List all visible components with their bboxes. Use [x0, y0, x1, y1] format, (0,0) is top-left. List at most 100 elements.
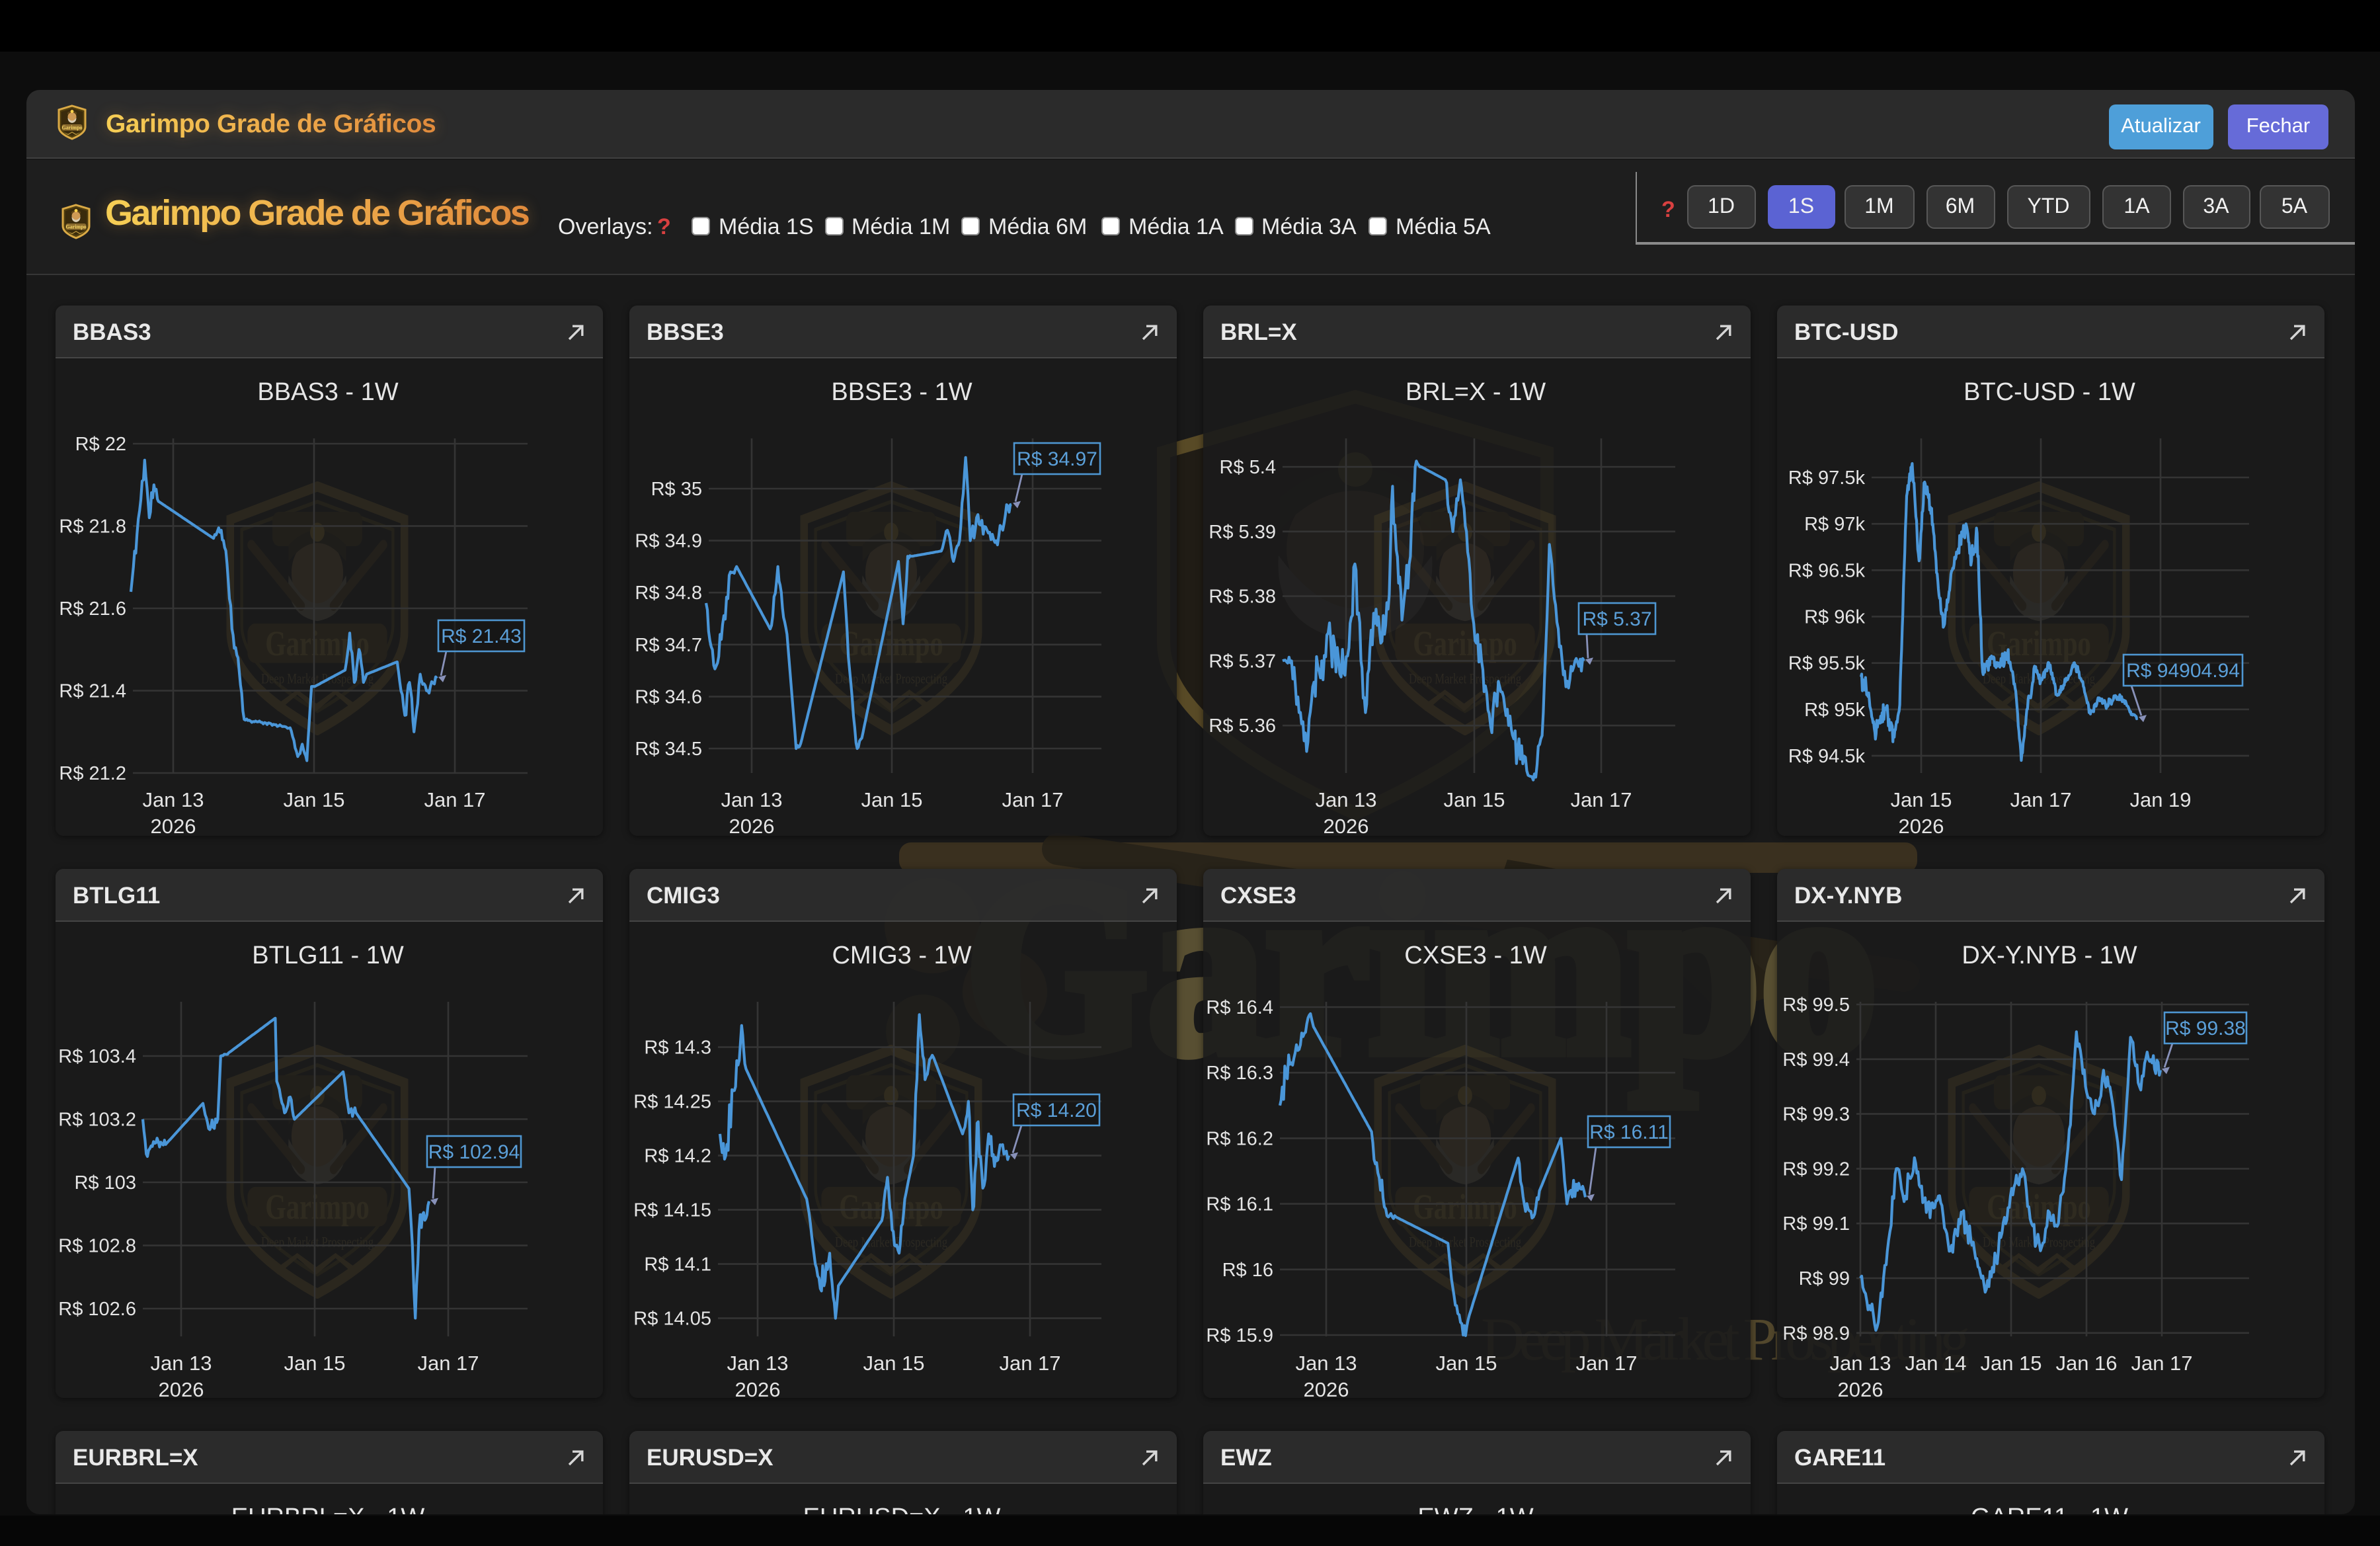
svg-text:R$ 99.1: R$ 99.1: [1782, 1213, 1849, 1234]
svg-text:R$ 5.39: R$ 5.39: [1208, 522, 1275, 543]
svg-text:R$ 99.2: R$ 99.2: [1782, 1158, 1849, 1179]
svg-text:R$ 14.3: R$ 14.3: [643, 1037, 711, 1058]
svg-text:2026: 2026: [1303, 1377, 1349, 1397]
svg-text:R$ 103.2: R$ 103.2: [58, 1109, 136, 1130]
svg-text:2026: 2026: [734, 1377, 780, 1397]
svg-text:R$ 99.3: R$ 99.3: [1782, 1104, 1849, 1125]
svg-text:Jan 15: Jan 15: [1443, 788, 1504, 811]
svg-text:R$ 21.2: R$ 21.2: [58, 763, 126, 784]
svg-text:R$ 99.4: R$ 99.4: [1782, 1049, 1849, 1070]
svg-text:Jan 15: Jan 15: [862, 1351, 924, 1374]
svg-text:R$ 16: R$ 16: [1222, 1259, 1273, 1280]
svg-text:Jan 13: Jan 13: [141, 788, 203, 811]
svg-text:Jan 15: Jan 15: [282, 788, 344, 811]
svg-text:2026: 2026: [1323, 815, 1368, 834]
svg-text:BRL=X - 1W: BRL=X - 1W: [1405, 378, 1545, 406]
svg-text:Jan 17: Jan 17: [1001, 788, 1062, 811]
svg-text:Jan 16: Jan 16: [2055, 1351, 2116, 1374]
svg-text:R$ 21.6: R$ 21.6: [58, 598, 126, 620]
svg-text:2026: 2026: [729, 815, 774, 834]
svg-text:R$ 102.6: R$ 102.6: [58, 1298, 136, 1319]
svg-text:Jan 19: Jan 19: [2129, 788, 2190, 811]
svg-text:2026: 2026: [1837, 1377, 1883, 1397]
svg-text:Jan 13: Jan 13: [720, 788, 781, 811]
svg-text:Jan 13: Jan 13: [726, 1351, 787, 1374]
svg-text:Jan 14: Jan 14: [1904, 1351, 1965, 1374]
svg-text:R$ 95.5k: R$ 95.5k: [1788, 653, 1865, 674]
svg-text:Jan 13: Jan 13: [149, 1351, 211, 1374]
svg-text:Jan 15: Jan 15: [1979, 1351, 2041, 1374]
svg-text:Jan 15: Jan 15: [1889, 788, 1951, 811]
svg-text:R$ 14.05: R$ 14.05: [633, 1308, 711, 1329]
svg-text:BBAS3 - 1W: BBAS3 - 1W: [257, 378, 397, 406]
svg-text:Jan 17: Jan 17: [423, 788, 485, 811]
svg-text:R$ 34.9: R$ 34.9: [634, 531, 701, 552]
svg-text:EURBRL=X - 1W: EURBRL=X - 1W: [231, 1504, 424, 1514]
svg-text:2026: 2026: [158, 1377, 204, 1397]
svg-text:R$ 15.9: R$ 15.9: [1205, 1324, 1273, 1346]
svg-text:R$ 34.6: R$ 34.6: [634, 686, 701, 708]
svg-text:R$ 94904.94: R$ 94904.94: [2125, 660, 2239, 682]
svg-text:R$ 102.8: R$ 102.8: [58, 1235, 136, 1256]
svg-text:CMIG3 - 1W: CMIG3 - 1W: [831, 941, 971, 969]
svg-text:R$ 14.15: R$ 14.15: [633, 1200, 711, 1221]
svg-text:Jan 17: Jan 17: [998, 1351, 1060, 1374]
svg-text:R$ 94.5k: R$ 94.5k: [1788, 746, 1865, 767]
svg-text:R$ 21.8: R$ 21.8: [58, 516, 126, 538]
svg-text:Garimpo: Garimpo: [61, 125, 82, 131]
svg-text:R$ 95k: R$ 95k: [1804, 700, 1864, 721]
svg-text:R$ 34.97: R$ 34.97: [1016, 448, 1097, 470]
svg-text:R$ 14.20: R$ 14.20: [1015, 1099, 1096, 1121]
svg-text:Jan 13: Jan 13: [1294, 1351, 1356, 1374]
svg-text:BTLG11 - 1W: BTLG11 - 1W: [251, 941, 403, 969]
svg-text:Jan 17: Jan 17: [1575, 1351, 1636, 1374]
svg-text:R$ 16.3: R$ 16.3: [1205, 1062, 1273, 1083]
svg-text:R$ 102.94: R$ 102.94: [428, 1141, 519, 1162]
svg-text:R$ 14.25: R$ 14.25: [633, 1091, 711, 1112]
svg-text:Jan 17: Jan 17: [2009, 788, 2071, 811]
svg-text:R$ 99.38: R$ 99.38: [2164, 1017, 2245, 1039]
svg-text:R$ 98.9: R$ 98.9: [1782, 1322, 1849, 1344]
svg-text:R$ 16.1: R$ 16.1: [1205, 1194, 1273, 1215]
svg-text:GARE11 - 1W: GARE11 - 1W: [1970, 1504, 2127, 1514]
svg-text:R$ 99: R$ 99: [1798, 1268, 1849, 1289]
svg-text:R$ 97.5k: R$ 97.5k: [1788, 468, 1865, 489]
svg-text:Jan 17: Jan 17: [2130, 1351, 2192, 1374]
svg-text:Jan 17: Jan 17: [416, 1351, 478, 1374]
svg-text:R$ 99.5: R$ 99.5: [1782, 994, 1849, 1015]
svg-text:BBSE3 - 1W: BBSE3 - 1W: [830, 378, 971, 406]
svg-text:R$ 16.2: R$ 16.2: [1205, 1127, 1273, 1149]
svg-text:R$ 5.37: R$ 5.37: [1581, 608, 1651, 630]
svg-text:Jan 17: Jan 17: [1569, 788, 1631, 811]
svg-text:R$ 5.4: R$ 5.4: [1219, 457, 1275, 478]
svg-text:Jan 15: Jan 15: [1435, 1351, 1496, 1374]
svg-text:R$ 14.2: R$ 14.2: [643, 1145, 711, 1166]
svg-text:R$ 103.4: R$ 103.4: [58, 1045, 136, 1067]
svg-text:DX-Y.NYB - 1W: DX-Y.NYB - 1W: [1961, 941, 2136, 969]
svg-text:2026: 2026: [1898, 815, 1944, 834]
svg-text:R$ 21.4: R$ 21.4: [58, 681, 126, 702]
svg-text:Jan 15: Jan 15: [283, 1351, 344, 1374]
svg-text:CXSE3 - 1W: CXSE3 - 1W: [1404, 941, 1546, 969]
svg-text:R$ 5.36: R$ 5.36: [1208, 715, 1275, 737]
svg-text:R$ 5.38: R$ 5.38: [1208, 587, 1275, 608]
svg-text:EURUSD=X - 1W: EURUSD=X - 1W: [803, 1504, 1000, 1514]
svg-text:Jan 15: Jan 15: [860, 788, 922, 811]
svg-text:R$ 5.37: R$ 5.37: [1208, 651, 1275, 672]
svg-text:R$ 16.4: R$ 16.4: [1205, 997, 1273, 1018]
svg-text:BTC-USD - 1W: BTC-USD - 1W: [1963, 378, 2135, 406]
svg-text:Jan 13: Jan 13: [1829, 1351, 1890, 1374]
svg-text:R$ 21.43: R$ 21.43: [440, 626, 521, 647]
svg-text:R$ 22: R$ 22: [75, 434, 126, 455]
svg-text:R$ 35: R$ 35: [651, 479, 701, 500]
svg-text:R$ 34.7: R$ 34.7: [634, 635, 701, 656]
svg-text:R$ 103: R$ 103: [73, 1172, 136, 1193]
svg-text:R$ 16.11: R$ 16.11: [1589, 1121, 1668, 1143]
svg-text:EWZ - 1W: EWZ - 1W: [1417, 1504, 1532, 1514]
svg-text:R$ 14.1: R$ 14.1: [643, 1254, 711, 1275]
svg-text:R$ 96.5k: R$ 96.5k: [1788, 560, 1865, 581]
svg-text:Garimpo: Garimpo: [65, 224, 86, 229]
svg-text:R$ 34.8: R$ 34.8: [634, 583, 701, 604]
svg-text:R$ 97k: R$ 97k: [1804, 514, 1864, 535]
svg-text:2026: 2026: [150, 815, 196, 834]
